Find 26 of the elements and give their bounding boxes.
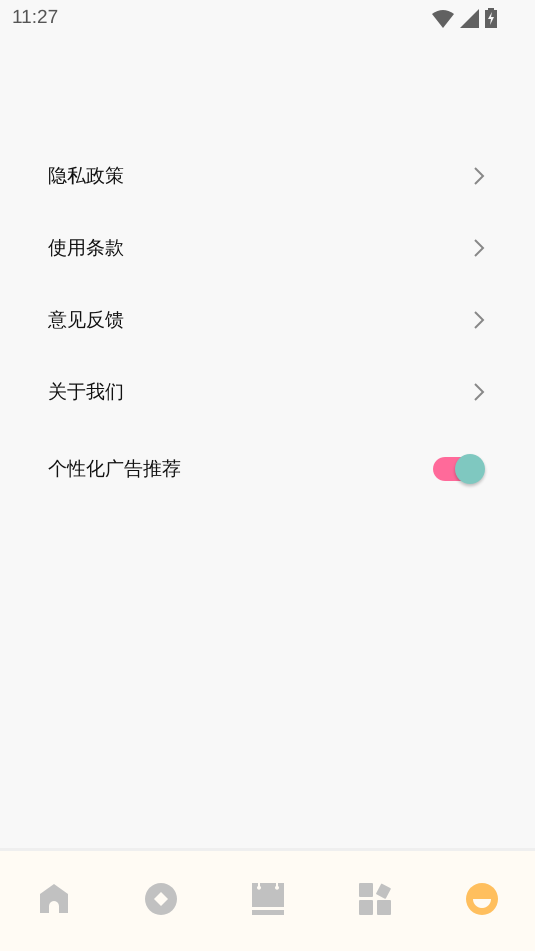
chevron-right-icon <box>473 166 485 186</box>
toggle-switch[interactable] <box>433 457 483 481</box>
settings-row[interactable]: 意见反馈 <box>0 284 535 356</box>
battery-icon <box>485 8 497 28</box>
settings-row[interactable]: 隐私政策 <box>0 140 535 212</box>
settings-label: 关于我们 <box>48 380 124 405</box>
nav-tab[interactable] <box>464 882 498 916</box>
settings-row[interactable]: 使用条款 <box>0 212 535 284</box>
signal-icon <box>460 8 479 28</box>
settings-label: 使用条款 <box>48 236 124 261</box>
status-time: 11:27 <box>12 7 58 29</box>
smile-icon <box>466 883 498 915</box>
chevron-right-icon <box>473 382 485 402</box>
wifi-icon <box>432 8 454 28</box>
nav-tab[interactable] <box>144 882 178 916</box>
nav-tab[interactable] <box>358 882 392 916</box>
settings-row[interactable]: 关于我们 <box>0 356 535 428</box>
settings-label: 隐私政策 <box>48 164 124 189</box>
home-icon <box>38 883 70 915</box>
apps-icon <box>358 883 390 915</box>
calendar-icon <box>252 883 284 915</box>
chevron-right-icon <box>473 238 485 258</box>
nav-tab[interactable] <box>250 882 284 916</box>
settings-label: 意见反馈 <box>48 308 124 333</box>
settings-label: 个性化广告推荐 <box>48 457 181 482</box>
chevron-right-icon <box>473 310 485 330</box>
